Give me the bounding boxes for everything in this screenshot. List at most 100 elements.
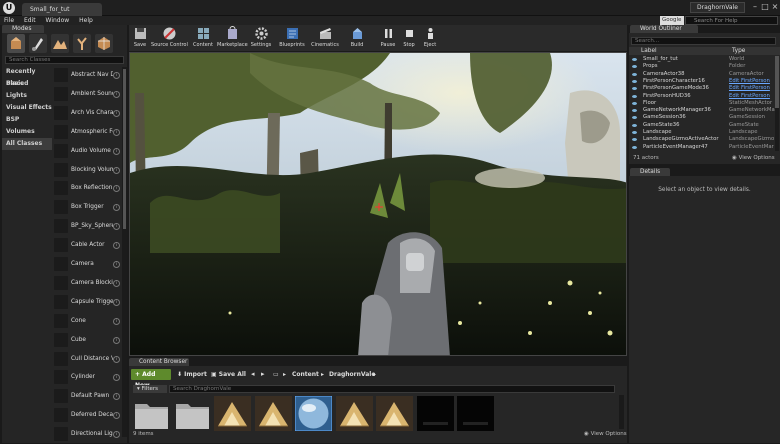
- marketplace-button[interactable]: Marketplace: [217, 25, 248, 51]
- save-all-button[interactable]: ▣ Save All: [211, 369, 246, 380]
- visibility-eye-icon[interactable]: [632, 101, 637, 105]
- info-icon[interactable]: i: [113, 279, 120, 287]
- search-provider-select[interactable]: Google: [660, 16, 684, 25]
- cinematics-button[interactable]: Cinematics: [311, 25, 339, 51]
- info-icon[interactable]: i: [113, 393, 120, 401]
- visibility-eye-icon[interactable]: [632, 131, 637, 134]
- forward-arrow-icon[interactable]: ▸: [261, 369, 265, 380]
- filters-button[interactable]: ▾ Filters: [133, 385, 167, 393]
- visibility-eye-icon[interactable]: [632, 87, 637, 91]
- modes-tab[interactable]: Modes: [2, 25, 44, 33]
- info-icon[interactable]: i: [113, 109, 120, 117]
- placeable-item[interactable]: Atmospheric Fogi: [52, 124, 122, 142]
- outliner-row[interactable]: GameSession36 GameSession: [629, 114, 775, 121]
- pause-button[interactable]: Pause: [379, 25, 397, 51]
- placeable-item[interactable]: Cylinder i: [52, 369, 122, 387]
- visibility-eye-icon[interactable]: [632, 79, 637, 83]
- placeable-item[interactable]: Cable Actor i: [52, 237, 122, 255]
- category-recently-placed[interactable]: Recently Placed: [2, 66, 52, 87]
- outliner-row[interactable]: GameState36 GameState: [629, 122, 775, 129]
- placeable-item[interactable]: Ambient Sound i: [52, 86, 122, 104]
- placeable-item[interactable]: Cull Distance Voli: [52, 351, 122, 369]
- outliner-row[interactable]: LandscapeGizmoActiveActor LandscapeGizmo: [629, 136, 775, 143]
- menu-edit[interactable]: Edit: [20, 16, 40, 25]
- place-mode-icon[interactable]: [7, 34, 25, 53]
- minimize-icon[interactable]: –: [750, 2, 760, 12]
- info-icon[interactable]: i: [113, 204, 120, 212]
- source-control-button[interactable]: Source Control: [151, 25, 188, 51]
- info-icon[interactable]: i: [113, 147, 120, 155]
- content-button[interactable]: Content: [191, 25, 215, 51]
- landscape-mode-icon[interactable]: [51, 34, 69, 53]
- column-type[interactable]: Type: [732, 47, 745, 55]
- info-icon[interactable]: i: [113, 431, 120, 439]
- folder-asset-icon[interactable]: [133, 396, 170, 431]
- info-icon[interactable]: i: [113, 223, 120, 231]
- visibility-eye-icon[interactable]: [632, 65, 637, 69]
- category-bsp[interactable]: BSP: [2, 114, 52, 126]
- placeable-item[interactable]: BP_Sky_Sphere i: [52, 218, 122, 236]
- texture-asset-icon[interactable]: [416, 396, 454, 431]
- settings-button[interactable]: Settings: [249, 25, 273, 51]
- placeable-item[interactable]: Deferred Decal i: [52, 407, 122, 425]
- placeable-item[interactable]: Cone i: [52, 313, 122, 331]
- outliner-search-input[interactable]: Search...: [631, 37, 776, 45]
- back-arrow-icon[interactable]: ◂: [251, 369, 255, 380]
- info-icon[interactable]: i: [113, 298, 120, 306]
- level-viewport[interactable]: [129, 52, 627, 356]
- info-icon[interactable]: i: [113, 72, 120, 79]
- save-button[interactable]: Save: [131, 25, 149, 51]
- material-asset-icon[interactable]: [376, 396, 413, 431]
- placeable-item[interactable]: Camera Blockingi: [52, 275, 122, 293]
- placeable-item[interactable]: Cube i: [52, 332, 122, 350]
- category-visual-effects[interactable]: Visual Effects: [2, 102, 52, 114]
- actor-type[interactable]: Edit FirstPerson: [729, 93, 775, 100]
- category-all-classes[interactable]: All Classes: [2, 138, 52, 150]
- visibility-eye-icon[interactable]: [632, 58, 637, 61]
- column-label[interactable]: Label: [641, 47, 657, 55]
- blueprints-button[interactable]: Blueprints: [279, 25, 305, 51]
- placeable-item[interactable]: Box Reflection Cai: [52, 180, 122, 198]
- info-icon[interactable]: i: [113, 374, 120, 382]
- content-browser-tab[interactable]: Content Browser: [129, 358, 189, 366]
- info-icon[interactable]: i: [113, 185, 120, 193]
- close-icon[interactable]: ×: [770, 2, 780, 12]
- visibility-eye-icon[interactable]: [632, 109, 637, 113]
- stop-button[interactable]: Stop: [400, 25, 418, 51]
- visibility-eye-icon[interactable]: [632, 145, 637, 149]
- scroll-thumb[interactable]: [123, 69, 126, 229]
- import-button[interactable]: ⬇ Import: [177, 369, 207, 380]
- breadcrumb-content[interactable]: Content: [292, 369, 319, 380]
- details-tab[interactable]: Details: [630, 168, 670, 176]
- placeable-item[interactable]: Camera i: [52, 256, 122, 274]
- maximize-icon[interactable]: □: [760, 2, 770, 12]
- visibility-eye-icon[interactable]: [632, 116, 637, 120]
- outliner-row[interactable]: Floor StaticMeshActor: [629, 100, 775, 107]
- info-icon[interactable]: i: [113, 336, 120, 344]
- outliner-row[interactable]: Props Folder: [629, 63, 775, 70]
- content-search-input[interactable]: Search DraghornVale: [169, 385, 615, 393]
- visibility-eye-icon[interactable]: [632, 138, 637, 142]
- world-outliner-tab[interactable]: World Outliner: [630, 25, 698, 33]
- folder-icon[interactable]: ▭: [273, 369, 279, 380]
- menu-window[interactable]: Window: [42, 16, 74, 25]
- help-search-input[interactable]: Search For Help: [685, 16, 778, 25]
- category-volumes[interactable]: Volumes: [2, 126, 52, 138]
- outliner-row[interactable]: GameNetworkManager36 GameNetworkMa: [629, 107, 775, 114]
- placeable-item[interactable]: Directional Lighti: [52, 426, 122, 444]
- outliner-row[interactable]: Small_for_tut World: [629, 56, 775, 63]
- outliner-row[interactable]: FirstPersonCharacter16 Edit FirstPerson: [629, 78, 775, 85]
- info-icon[interactable]: i: [113, 166, 120, 174]
- material-asset-icon[interactable]: [214, 396, 251, 431]
- texture-asset-icon[interactable]: [457, 396, 494, 431]
- info-icon[interactable]: i: [113, 90, 120, 98]
- material-asset-icon[interactable]: [335, 396, 373, 431]
- outliner-row[interactable]: CameraActor38 CameraActor: [629, 71, 775, 78]
- placeable-item[interactable]: Box Trigger i: [52, 199, 122, 217]
- outliner-scrollbar[interactable]: [775, 56, 779, 151]
- info-icon[interactable]: i: [113, 412, 120, 420]
- actor-type[interactable]: Edit FirstPerson: [729, 85, 775, 92]
- classes-search-input[interactable]: Search Classes: [5, 56, 124, 64]
- paint-mode-icon[interactable]: [29, 34, 47, 53]
- info-icon[interactable]: i: [113, 128, 120, 136]
